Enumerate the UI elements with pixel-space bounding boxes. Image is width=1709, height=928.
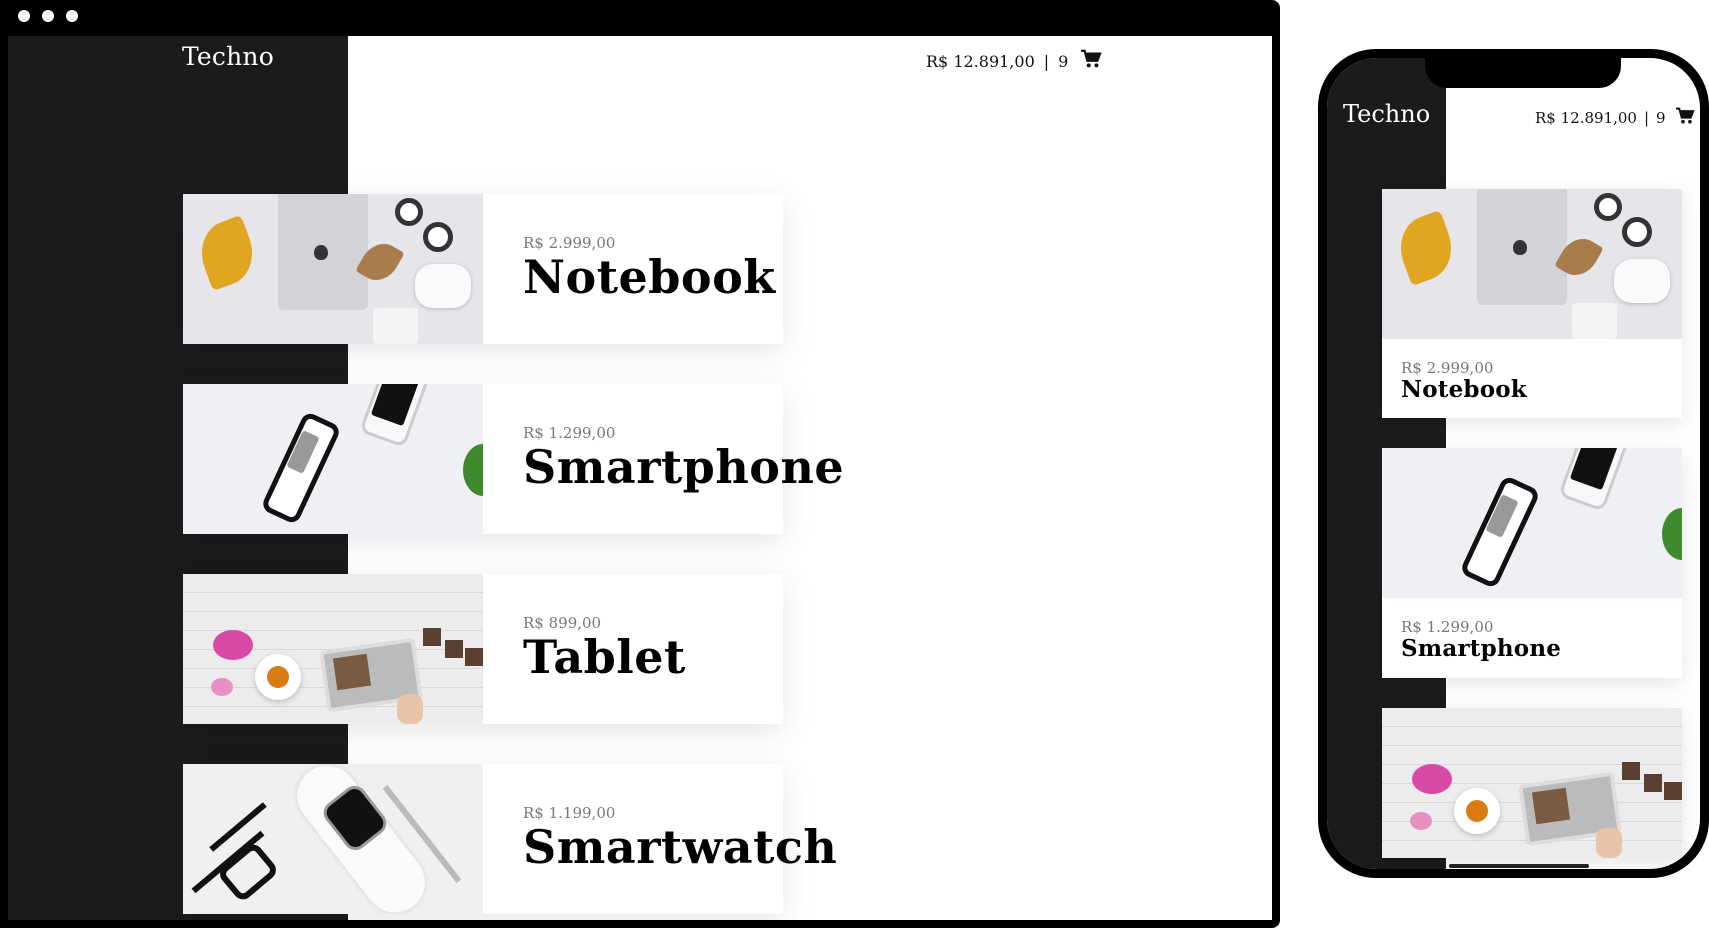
product-card[interactable]: R$ 899,00 Tablet [183,574,783,724]
product-image-smartwatch[interactable] [183,764,483,914]
window-dot-icon[interactable] [42,10,54,22]
product-title[interactable]: Smartwatch [523,822,837,873]
desktop-browser-frame: Techno R$ 12.891,00 | 9 R$ 2.999,00 Note… [0,0,1280,928]
cart-separator: | [1043,51,1050,71]
cart-count: 9 [1656,109,1666,127]
product-image-tablet[interactable] [183,574,483,724]
cart-summary[interactable]: R$ 12.891,00 | 9 [1535,107,1695,129]
product-card[interactable]: R$ 1.299,00 Smartphone [1382,448,1682,678]
product-list: R$ 2.999,00 Notebook R$ 1.299,00 Smartph… [1382,189,1682,869]
product-title[interactable]: Smartphone [1401,635,1682,662]
cart-summary[interactable]: R$ 12.891,00 | 9 [926,49,1102,73]
product-price: R$ 1.299,00 [1401,618,1494,637]
window-controls [18,10,78,22]
product-title[interactable]: Notebook [523,252,776,303]
cart-separator: | [1643,109,1650,127]
product-card[interactable]: R$ 1.199,00 Smartwatch [183,764,837,914]
product-image-smartphone[interactable] [1382,448,1682,599]
mobile-phone-frame: Techno R$ 12.891,00 | 9 R$ 2.999,00 Note… [1318,49,1709,878]
product-card[interactable]: R$ 2.999,00 Notebook [1382,189,1682,419]
product-title[interactable]: Smartphone [523,442,844,493]
shopping-cart-icon[interactable] [1080,49,1102,73]
mobile-viewport: Techno R$ 12.891,00 | 9 R$ 2.999,00 Note… [1327,58,1700,869]
shopping-cart-icon[interactable] [1675,107,1695,129]
product-image-notebook[interactable] [1382,189,1682,339]
product-price: R$ 2.999,00 [1401,359,1494,377]
logo[interactable]: Techno [1343,100,1430,128]
product-card[interactable] [1382,707,1682,858]
product-card[interactable]: R$ 1.299,00 Smartphone [183,384,844,534]
product-list: R$ 2.999,00 Notebook R$ 1.299,00 Smartph… [183,194,844,920]
product-image-tablet[interactable] [1382,707,1682,858]
window-dot-icon[interactable] [18,10,30,22]
product-title[interactable]: Notebook [1401,376,1682,403]
cart-total: R$ 12.891,00 [1535,109,1637,127]
product-image-smartphone[interactable] [183,384,483,534]
window-dot-icon[interactable] [66,10,78,22]
desktop-viewport: Techno R$ 12.891,00 | 9 R$ 2.999,00 Note… [8,36,1272,920]
product-image-notebook[interactable] [183,194,483,344]
cart-total: R$ 12.891,00 [926,51,1035,71]
home-indicator[interactable] [1449,864,1589,868]
logo[interactable]: Techno [182,42,274,71]
phone-notch [1425,58,1621,88]
cart-count: 9 [1058,51,1069,71]
product-card[interactable]: R$ 2.999,00 Notebook [183,194,783,344]
product-title[interactable]: Tablet [523,632,686,683]
